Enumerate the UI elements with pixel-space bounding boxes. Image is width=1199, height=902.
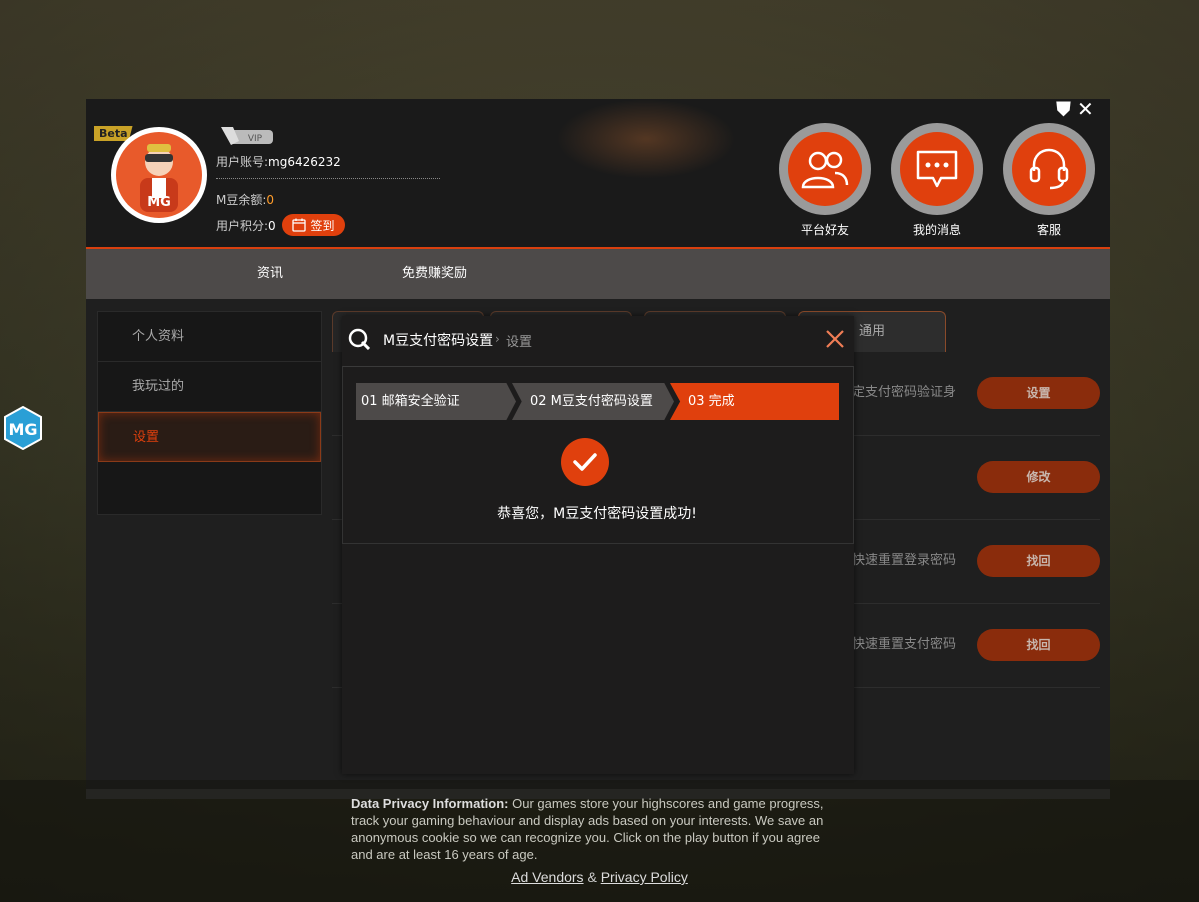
messages-label: 我的消息 <box>912 223 961 237</box>
mg-logo-icon[interactable]: MG <box>4 406 42 450</box>
messages-button[interactable]: 我的消息 <box>891 123 983 238</box>
svg-text:MG: MG <box>8 420 37 439</box>
sidebar-item-profile[interactable]: 个人资料 <box>98 312 321 362</box>
breadcrumb-separator: › <box>495 332 500 346</box>
close-icon[interactable]: ✕ <box>1077 97 1094 121</box>
dialog-title: M豆支付密码设置 <box>383 333 494 349</box>
privacy-policy-link[interactable]: Privacy Policy <box>601 869 688 885</box>
svg-text:MG: MG <box>147 195 171 210</box>
balance-label: M豆余额: <box>216 193 267 207</box>
q-logo-icon <box>348 328 370 350</box>
balance-info: M豆余额:0 <box>216 191 274 208</box>
recover-login-button[interactable]: 找回 <box>977 545 1100 577</box>
account-info: 用户账号:mg6426232 <box>216 153 341 170</box>
vip-badge: VIP <box>221 127 273 145</box>
breadcrumb: 设置 <box>506 335 533 350</box>
header-decoration <box>556 99 736 179</box>
payment-password-dialog: M豆支付密码设置 › 设置 01 邮箱安全验证 02 M豆支付密码设置 03 完… <box>342 316 854 774</box>
privacy-links: Ad Vendors & Privacy Policy <box>0 869 1199 885</box>
window-controls: ⛊ ✕ <box>1056 97 1094 121</box>
message-icon <box>916 150 958 188</box>
close-icon[interactable] <box>823 327 847 351</box>
top-nav: 资讯 免费赚奖励 <box>86 249 1110 299</box>
headset-icon <box>1029 148 1069 190</box>
nav-item-rewards[interactable]: 免费赚奖励 <box>402 249 467 299</box>
sidebar-item-played[interactable]: 我玩过的 <box>98 362 321 412</box>
account-value: mg6426232 <box>268 155 341 169</box>
set-button[interactable]: 设置 <box>977 377 1100 409</box>
avatar-character-icon: MG <box>140 144 178 212</box>
profile-header: ⛊ ✕ Beta MG VIP 用户账号:mg6426232 M豆余额:0 用户… <box>86 97 1110 249</box>
signin-label: 签到 <box>310 218 335 233</box>
dialog-header: M豆支付密码设置 › 设置 <box>342 316 854 364</box>
divider <box>216 178 440 179</box>
ad-vendors-link[interactable]: Ad Vendors <box>511 869 583 885</box>
avatar[interactable]: MG <box>111 127 207 223</box>
row-description: 定支付密码验证身 <box>852 385 957 400</box>
skin-shirt-icon[interactable]: ⛊ <box>1056 97 1071 121</box>
points-value: 0 <box>268 219 276 233</box>
sidebar-item-settings[interactable]: 设置 <box>98 412 321 462</box>
row-description: 快速重置支付密码 <box>852 637 957 652</box>
step-complete: 03 完成 <box>670 383 839 420</box>
calendar-icon <box>292 218 307 232</box>
row-description: 快速重置登录密码 <box>852 553 957 568</box>
step-set-password: 02 M豆支付密码设置 <box>512 383 674 420</box>
modify-button[interactable]: 修改 <box>977 461 1100 493</box>
user-center-panel: ⛊ ✕ Beta MG VIP 用户账号:mg6426232 M豆余额:0 用户… <box>86 97 1110 799</box>
friends-button[interactable]: 平台好友 <box>779 123 871 238</box>
points-info: 用户积分:0 <box>216 217 276 234</box>
success-message: 恭喜您，M豆支付密码设置成功! <box>497 506 697 522</box>
nav-item-news[interactable]: 资讯 <box>257 249 283 299</box>
support-button[interactable]: 客服 <box>1003 123 1095 238</box>
support-label: 客服 <box>1036 223 1061 237</box>
privacy-heading: Data Privacy Information: <box>351 796 509 811</box>
sidebar: 个人资料 我玩过的 设置 <box>97 311 322 515</box>
signin-button[interactable]: 签到 <box>282 214 345 236</box>
step-email-verify: 01 邮箱安全验证 <box>356 383 516 420</box>
recover-pay-button[interactable]: 找回 <box>977 629 1100 661</box>
points-label: 用户积分: <box>216 219 269 233</box>
links-separator: & <box>587 869 597 885</box>
account-label: 用户账号: <box>216 155 269 169</box>
balance-value: 0 <box>266 193 275 207</box>
svg-text:VIP: VIP <box>248 134 263 144</box>
success-check-icon <box>561 438 609 486</box>
friends-icon <box>801 151 849 189</box>
privacy-text: Data Privacy Information: Our games stor… <box>351 795 841 863</box>
friends-label: 平台好友 <box>800 223 849 237</box>
